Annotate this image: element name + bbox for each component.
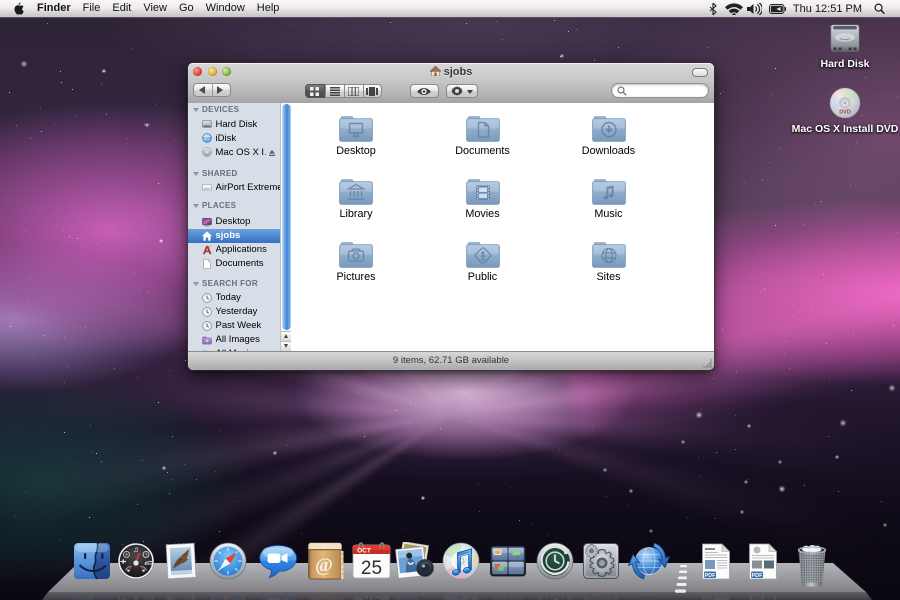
svg-text:PDF: PDF [752,573,764,579]
svg-text:OCT: OCT [357,547,371,554]
svg-text:PDF: PDF [705,573,717,579]
svg-text:♫: ♫ [133,545,139,554]
svg-text:DVD: DVD [839,110,851,116]
svg-text:@: @ [315,555,333,576]
svg-text:25: 25 [361,558,382,579]
